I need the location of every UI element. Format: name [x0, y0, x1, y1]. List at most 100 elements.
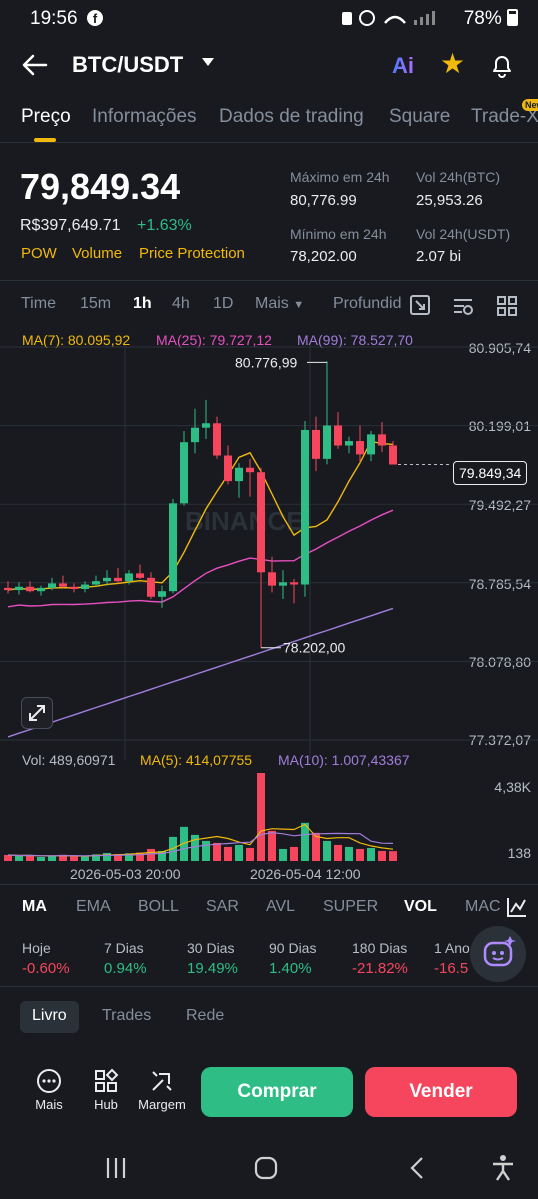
perf-value: -0.60% — [22, 960, 70, 977]
caret-down-icon: ▼ — [293, 299, 305, 311]
ind-avl[interactable]: AVL — [266, 898, 295, 916]
candle-body — [389, 445, 397, 465]
expand-chart-button[interactable] — [21, 697, 53, 729]
candle-body — [114, 577, 122, 582]
ai-assistant-button[interactable] — [470, 926, 526, 982]
candle-body — [202, 423, 210, 428]
candle-body — [37, 587, 45, 592]
candle-body — [4, 587, 12, 591]
volume-bar — [389, 851, 397, 861]
ind-macd[interactable]: MACD — [465, 898, 501, 916]
margin-button[interactable]: Margem — [134, 1068, 190, 1112]
perf-value: 1.40% — [269, 960, 312, 977]
volume-bar — [268, 830, 276, 861]
candle-body — [191, 427, 199, 443]
volume-bar — [48, 855, 56, 861]
tf-15m[interactable]: 15m — [80, 295, 111, 313]
volume-bar — [235, 844, 243, 861]
perf-label: 90 Dias — [269, 940, 317, 956]
battery-text: 78% — [463, 8, 502, 29]
tag-pow[interactable]: POW — [21, 245, 57, 262]
tag-price-protection[interactable]: Price Protection — [139, 245, 245, 262]
tf-time[interactable]: Time — [21, 295, 56, 313]
signal-wifi-icon — [342, 10, 435, 26]
candlestick-chart[interactable]: BINANCE80.776,9978.202,00 — [0, 345, 538, 760]
vol-ma5-label: MA(5): 414,07755 — [140, 752, 253, 768]
more-icon — [37, 1069, 61, 1093]
vol-ma10-label: MA(10): 1.007,43367 — [278, 752, 410, 768]
divider — [0, 280, 538, 281]
tab-square[interactable]: Square — [389, 106, 450, 128]
hub-button[interactable]: Hub — [88, 1068, 124, 1112]
vol-btc-value: 25,953.26 — [416, 192, 483, 209]
tf-depth[interactable]: Profundid — [333, 295, 408, 313]
volume-bar — [37, 856, 45, 861]
tab-price[interactable]: Preço — [21, 106, 71, 128]
more-button[interactable]: Mais — [30, 1068, 68, 1112]
favorite-star-icon[interactable]: ★ — [440, 50, 465, 78]
ind-sar[interactable]: SAR — [206, 898, 239, 916]
caret-down-icon[interactable] — [202, 58, 214, 66]
vol-usdt-value: 2.07 bi — [416, 248, 462, 265]
pair-selector[interactable]: BTC/USDT — [72, 52, 183, 78]
recent-apps-icon[interactable] — [104, 1156, 128, 1180]
tf-1d[interactable]: 1D — [213, 295, 233, 313]
tf-more[interactable]: Mais ▼ — [255, 295, 304, 313]
candle-body — [334, 425, 342, 446]
tf-4h[interactable]: 4h — [172, 295, 190, 313]
candle-body — [15, 586, 23, 591]
candle-body — [180, 442, 188, 504]
volume-bar — [257, 773, 265, 861]
tab-network[interactable]: Rede — [174, 1001, 236, 1033]
sell-button[interactable]: Vender — [365, 1067, 517, 1117]
divider — [0, 142, 538, 143]
perf-value: -16.5 — [434, 960, 469, 977]
vol-usdt-label: Vol 24h(USDT) — [416, 226, 511, 242]
ai-button[interactable]: Ai — [392, 53, 414, 79]
tab-info[interactable]: Informações — [92, 106, 197, 128]
high-label: Máximo em 24h — [290, 169, 390, 185]
candle-body — [312, 429, 320, 459]
expand-icon — [29, 705, 45, 721]
volume-bar — [202, 840, 210, 861]
tf-1h[interactable]: 1h — [133, 295, 152, 313]
ind-vol[interactable]: VOL — [404, 898, 437, 916]
price-change: +1.63% — [137, 217, 192, 234]
volume-bar — [367, 847, 375, 861]
app-header: BTC/USDT Ai ★ — [0, 42, 538, 90]
ind-ema[interactable]: EMA — [76, 898, 111, 916]
tag-volume[interactable]: Volume — [72, 245, 122, 262]
candle-body — [246, 467, 254, 473]
bell-icon[interactable] — [488, 51, 516, 79]
ind-boll[interactable]: BOLL — [138, 898, 179, 916]
accessibility-icon[interactable] — [491, 1154, 515, 1182]
volume-chart — [4, 773, 397, 861]
ind-super[interactable]: SUPER — [323, 898, 378, 916]
volume-bar — [246, 847, 254, 861]
tab-trades[interactable]: Trades — [90, 1001, 163, 1033]
tab-order-book[interactable]: Livro — [20, 1001, 79, 1033]
facebook-icon: f — [87, 10, 103, 26]
grid-layout-icon[interactable] — [496, 295, 518, 317]
indicator-chart-icon[interactable] — [506, 896, 528, 918]
volume-bar — [301, 822, 309, 861]
buy-button[interactable]: Comprar — [201, 1067, 353, 1117]
tab-trading-data[interactable]: Dados de trading — [219, 106, 364, 128]
fullscreen-chart-icon[interactable] — [409, 294, 431, 316]
candle-body — [268, 572, 276, 586]
candle-body — [125, 573, 133, 582]
last-price: 79,849.34 — [20, 166, 181, 207]
ind-ma[interactable]: MA — [22, 898, 47, 916]
back-arrow-icon[interactable] — [18, 48, 52, 82]
high-value: 80,776.99 — [290, 192, 357, 209]
candle-body — [59, 583, 67, 587]
candle-body — [290, 582, 298, 585]
home-icon[interactable] — [254, 1156, 278, 1180]
candle-body — [279, 582, 287, 586]
candle-body — [103, 577, 111, 582]
settings-icon[interactable] — [452, 295, 474, 317]
volume-bar — [378, 850, 386, 861]
back-icon[interactable] — [406, 1156, 430, 1180]
margin-icon — [152, 1071, 172, 1091]
main-tabs: Preço Informações Dados de trading Squar… — [0, 102, 538, 144]
